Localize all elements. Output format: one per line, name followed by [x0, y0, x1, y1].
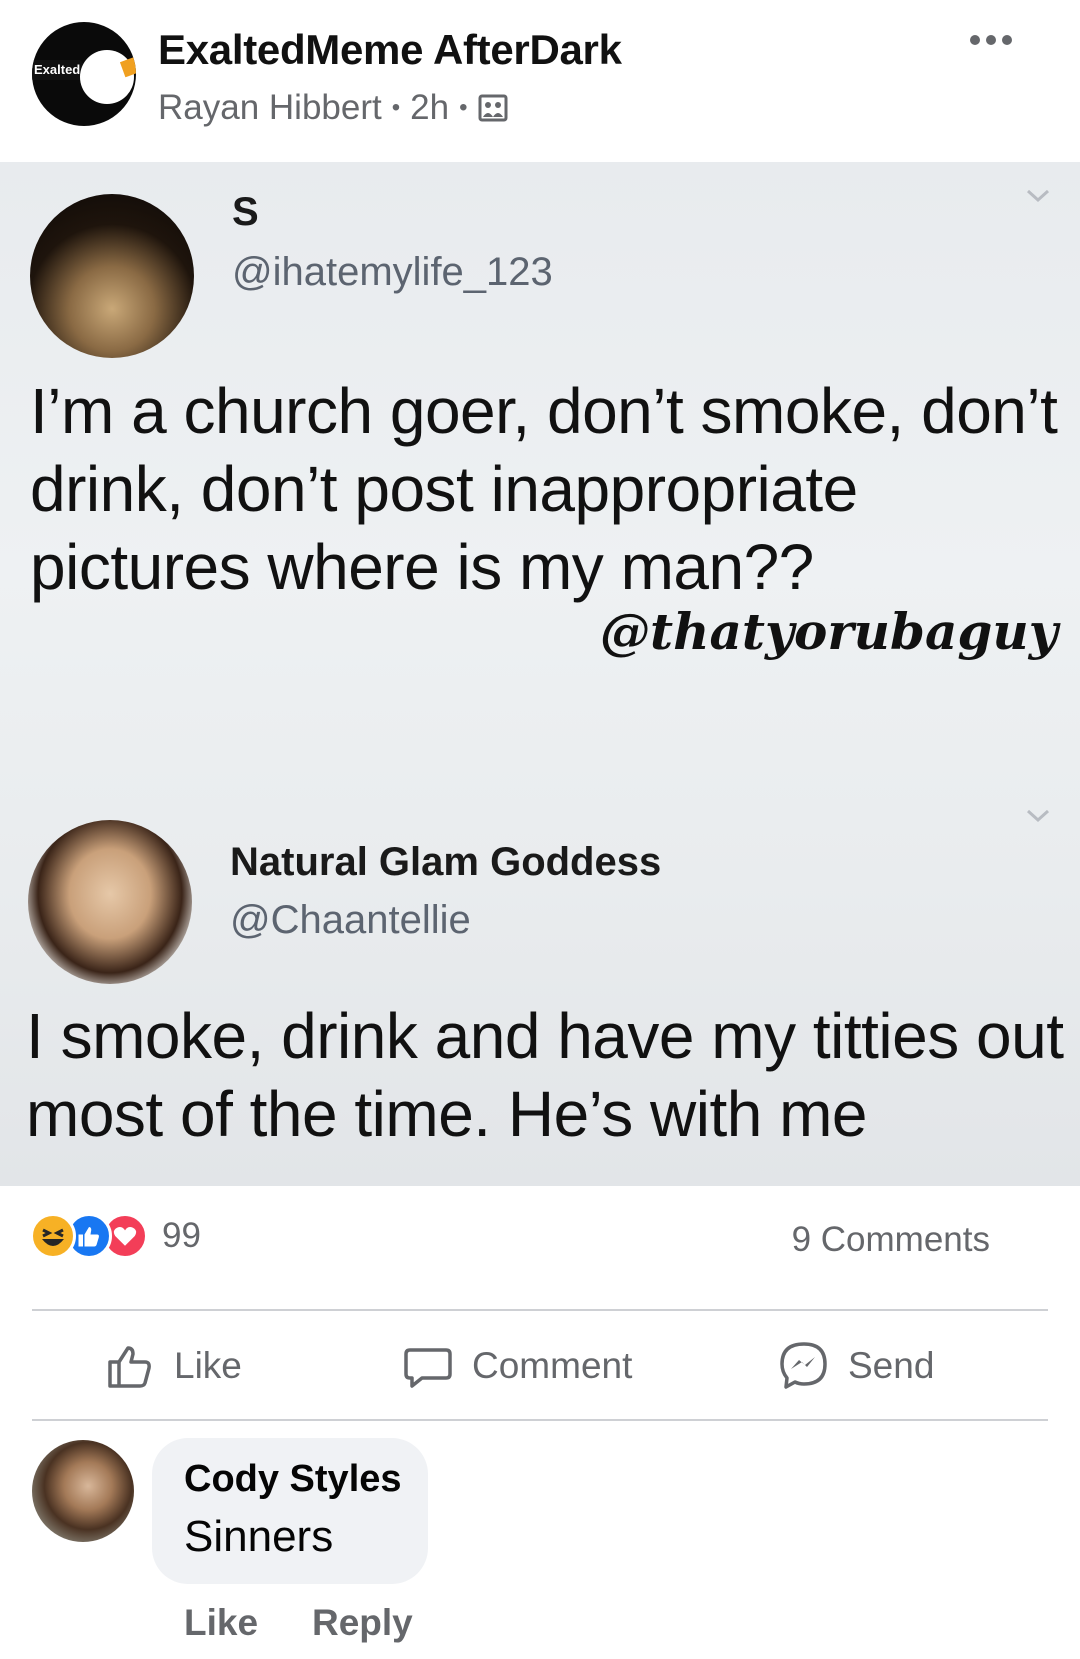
group-logo-text: Exalted [32, 60, 102, 80]
chevron-down-icon [1026, 809, 1050, 823]
commenter-avatar[interactable] [32, 1440, 134, 1542]
haha-icon [30, 1213, 76, 1259]
divider [32, 1309, 1048, 1311]
reactions-summary[interactable]: 99 [30, 1212, 201, 1260]
tweet1-name: S [232, 190, 259, 234]
like-label: Like [174, 1345, 242, 1386]
watermark: @thatyorubaguy [600, 602, 1058, 661]
like-button[interactable]: Like [104, 1312, 242, 1420]
comment-like-button[interactable]: Like [184, 1602, 258, 1644]
comment-button[interactable]: Comment [402, 1312, 632, 1420]
tweet2-text: I smoke, drink and have my titties out m… [26, 1000, 1064, 1150]
comment-text: Sinners [184, 1512, 334, 1561]
group-avatar[interactable]: Exalted [32, 22, 136, 126]
more-dots-icon[interactable] [970, 28, 1020, 52]
group-photo-icon [477, 92, 509, 124]
comment-bubble-icon [404, 1348, 452, 1388]
post-header: Exalted ExaltedMeme AfterDark Rayan Hibb… [0, 0, 1080, 162]
thumbs-up-icon [108, 1346, 151, 1388]
comments-count[interactable]: 9 Comments [792, 1220, 990, 1260]
messenger-icon [780, 1342, 827, 1389]
divider [32, 1419, 1048, 1421]
meta-separator: • [391, 94, 401, 121]
post-time[interactable]: 2h [410, 88, 449, 128]
send-label: Send [848, 1345, 935, 1386]
author-name[interactable]: Rayan Hibbert [158, 88, 382, 128]
comment-author[interactable]: Cody Styles [184, 1458, 402, 1501]
post-image[interactable]: S @ihatemylife_123 I’m a church goer, do… [0, 162, 1080, 1186]
post-meta: Rayan Hibbert • 2h • [158, 88, 509, 128]
action-bar: Like Comment Send [0, 1312, 1080, 1420]
tweet1-text: I’m a church goer, don’t smoke, don’t dr… [30, 375, 1058, 603]
group-name[interactable]: ExaltedMeme AfterDark [158, 26, 622, 74]
tweet2-handle: @Chaantellie [230, 898, 471, 942]
chevron-down-icon [1026, 189, 1050, 203]
reaction-count: 99 [162, 1216, 201, 1255]
tweet1-avatar [30, 194, 194, 358]
send-button[interactable]: Send [778, 1312, 934, 1420]
tweet1-handle: @ihatemylife_123 [232, 250, 553, 294]
comment-label: Comment [472, 1345, 633, 1386]
tweet2-avatar [28, 820, 192, 984]
comment-reply-button[interactable]: Reply [312, 1602, 413, 1644]
meta-separator: • [459, 94, 468, 121]
tweet2-name: Natural Glam Goddess [230, 840, 662, 884]
